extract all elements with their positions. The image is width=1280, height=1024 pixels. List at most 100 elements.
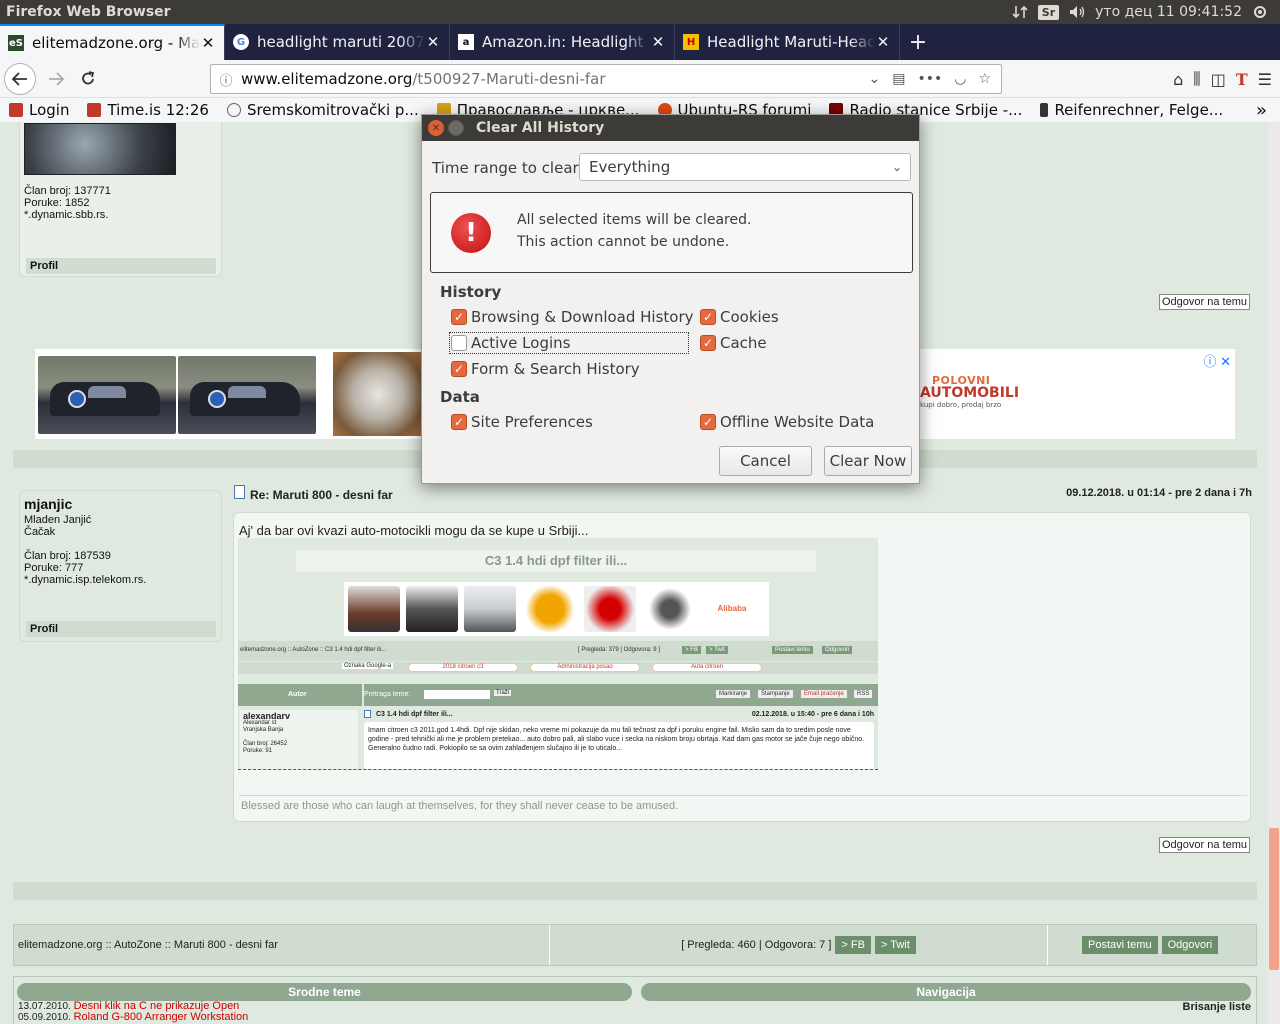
site-preferences-checkbox[interactable]: ✓ Site Preferences [451, 413, 593, 431]
breadcrumb[interactable]: elitemadzone.org :: AutoZone :: Maruti 8… [18, 939, 278, 951]
dialog-minimize-icon[interactable] [448, 120, 464, 136]
ad-info-icon[interactable]: ⓘ ✕ [1203, 351, 1231, 370]
inner-ad-sidecar [406, 586, 458, 632]
topic-footer-toolbar: elitemadzone.org :: AutoZone :: Maruti 8… [13, 924, 1257, 966]
tab-headlight[interactable]: H Headlight Maruti-Headlight ✕ [675, 24, 900, 60]
browsing-history-checkbox[interactable]: ✓ Browsing & Download History [451, 308, 694, 326]
bookmark-timeis[interactable]: Time.is 12:26 [78, 101, 217, 119]
post-text: Aj' da bar ovi kvazi auto-motocikli mogu… [239, 523, 589, 538]
reader-view-icon[interactable]: ▤ [892, 71, 905, 87]
inner-crumb: elitemadzone.org :: AutoZone :: C3 1.4 h… [240, 647, 387, 653]
embedded-screenshot[interactable]: C3 1.4 hdi dpf filter ili... Alibaba eli… [238, 538, 878, 770]
close-tab-icon[interactable]: ✕ [875, 33, 891, 51]
new-topic-button[interactable]: Postavi temu [1082, 936, 1158, 954]
time-range-select[interactable]: Everything ⌄ [579, 153, 911, 181]
history-section-header: History [440, 283, 502, 301]
share-twit-button[interactable]: > Twit [874, 936, 916, 954]
site-info-icon[interactable]: ⓘ [211, 70, 241, 89]
network-icon[interactable] [1012, 4, 1028, 20]
sidebar-icon[interactable]: ◫ [1211, 70, 1226, 89]
time-range-value: Everything [589, 158, 671, 176]
inner-ad-strip: Alibaba [344, 582, 769, 636]
checkbox-checked-icon[interactable]: ✓ [700, 335, 716, 351]
checkbox-label: Cache [720, 334, 767, 352]
profile-button[interactable]: Profil [26, 258, 216, 274]
clock[interactable]: уто дец 11 09:41:52 [1095, 4, 1242, 20]
inner-post-title: C3 1.4 hdi dpf filter ili... [376, 711, 453, 718]
translate-extension-icon[interactable]: T [1236, 70, 1248, 89]
page-scrollbar[interactable] [1268, 122, 1280, 1024]
clear-history-dialog: ✕ Clear All History Time range to clear:… [421, 114, 920, 484]
library-icon[interactable]: ⫼ [1193, 69, 1200, 89]
inner-ad-alibaba: Alibaba [706, 586, 758, 632]
active-logins-checkbox[interactable]: Active Logins [449, 332, 689, 354]
home-icon[interactable]: ⌂ [1173, 70, 1183, 89]
cookies-checkbox[interactable]: ✓ Cookies [700, 308, 779, 326]
bookmark-favicon-icon [87, 103, 102, 117]
globe-icon [226, 103, 241, 117]
volume-icon[interactable] [1069, 4, 1085, 20]
cancel-button[interactable]: Cancel [719, 446, 812, 476]
checkbox-checked-icon[interactable]: ✓ [700, 414, 716, 430]
checkbox-checked-icon[interactable]: ✓ [451, 414, 467, 430]
reload-icon[interactable] [72, 63, 104, 95]
elitemadzone-favicon-icon: eS [8, 35, 24, 51]
bookmark-reifenrechner[interactable]: Reifenrechner, Felge... [1031, 101, 1232, 119]
url-path: /t500927-Maruti-desni-far [412, 70, 606, 88]
offline-website-data-checkbox[interactable]: ✓ Offline Website Data [700, 413, 874, 431]
bookmark-star-icon[interactable]: ☆ [978, 71, 991, 87]
navigation-toolbar: ⓘ www.elitemadzone.org/t500927-Maruti-de… [0, 60, 1280, 98]
ad-close-icon[interactable]: ✕ [1220, 354, 1231, 369]
checkbox-label: Site Preferences [471, 413, 593, 431]
bookmark-sremskomitrovacki[interactable]: Sremskomitrovački p... [218, 101, 428, 119]
checkbox-unchecked-icon[interactable] [451, 335, 467, 351]
pocket-icon[interactable]: ◡ [954, 71, 966, 87]
checkbox-checked-icon[interactable]: ✓ [451, 361, 467, 377]
dialog-close-icon[interactable]: ✕ [428, 120, 444, 136]
ad-car-image[interactable] [38, 356, 176, 434]
cache-checkbox[interactable]: ✓ Cache [700, 334, 767, 352]
ad-headlight-image[interactable] [333, 352, 423, 436]
dropdown-chevron-icon[interactable]: ⌄ [868, 71, 880, 87]
inner-pill: 2018 citroen c3 [408, 663, 518, 672]
close-tab-icon[interactable]: ✕ [425, 33, 441, 51]
system-gear-icon[interactable] [1252, 4, 1268, 20]
url-bar[interactable]: ⓘ www.elitemadzone.org/t500927-Maruti-de… [210, 64, 1002, 94]
reply-button-bottom[interactable]: Odgovor na temu [1159, 837, 1250, 853]
post-title[interactable]: Re: Maruti 800 - desni far [250, 488, 393, 502]
bookmark-login[interactable]: Login [0, 101, 78, 119]
share-fb-button[interactable]: > FB [835, 936, 871, 954]
scrollbar-thumb[interactable] [1269, 828, 1279, 970]
form-search-history-checkbox[interactable]: ✓ Form & Search History [451, 360, 640, 378]
ad-polovni-logo[interactable]: POLOVNI AUTOMOBILI kupi dobro, prodaj br… [920, 374, 1019, 409]
forward-arrow-icon[interactable] [40, 63, 72, 95]
tire-icon [1040, 103, 1049, 117]
inner-ad-car [524, 586, 576, 632]
tab-google[interactable]: G headlight maruti 2007 - Google Search … [225, 24, 450, 60]
reply-button[interactable]: Odgovor na temu [1159, 294, 1250, 310]
clear-now-button[interactable]: Clear Now [824, 446, 912, 476]
ad-car-image[interactable] [178, 356, 316, 434]
url-text[interactable]: www.elitemadzone.org/t500927-Maruti-desn… [241, 70, 868, 88]
more-bookmarks-chevron-icon[interactable]: » [1247, 100, 1276, 121]
keyboard-layout-indicator[interactable]: Sr [1037, 4, 1060, 20]
close-tab-icon[interactable]: ✕ [200, 34, 216, 52]
inner-reply-button: Postavi temu [772, 646, 813, 654]
checkbox-label: Form & Search History [471, 360, 640, 378]
checkbox-checked-icon[interactable]: ✓ [451, 309, 467, 325]
signature: Blessed are those who can laugh at thems… [241, 800, 679, 812]
close-tab-icon[interactable]: ✕ [650, 33, 666, 51]
related-link[interactable]: Roland G-800 Arranger Workstation [74, 1011, 249, 1023]
page-actions-icon[interactable]: ••• [917, 71, 942, 87]
back-arrow-icon[interactable] [4, 62, 36, 95]
tab-amazon[interactable]: a Amazon.in: Headlight maruti ✕ [450, 24, 675, 60]
answer-button[interactable]: Odgovori [1161, 936, 1219, 954]
profile-button[interactable]: Profil [26, 621, 216, 637]
new-tab-icon[interactable]: + [900, 24, 936, 60]
menu-hamburger-icon[interactable]: ☰ [1258, 70, 1272, 89]
tab-elitemadzone[interactable]: eS elitemadzone.org - Maruti 800 - desni… [0, 24, 225, 60]
footer-actions: Postavi temu Odgovori [1048, 925, 1258, 965]
checkbox-checked-icon[interactable]: ✓ [700, 309, 716, 325]
inner-topic-title: C3 1.4 hdi dpf filter ili... [296, 550, 816, 572]
clear-list-link[interactable]: Brisanje liste [1183, 1001, 1251, 1013]
